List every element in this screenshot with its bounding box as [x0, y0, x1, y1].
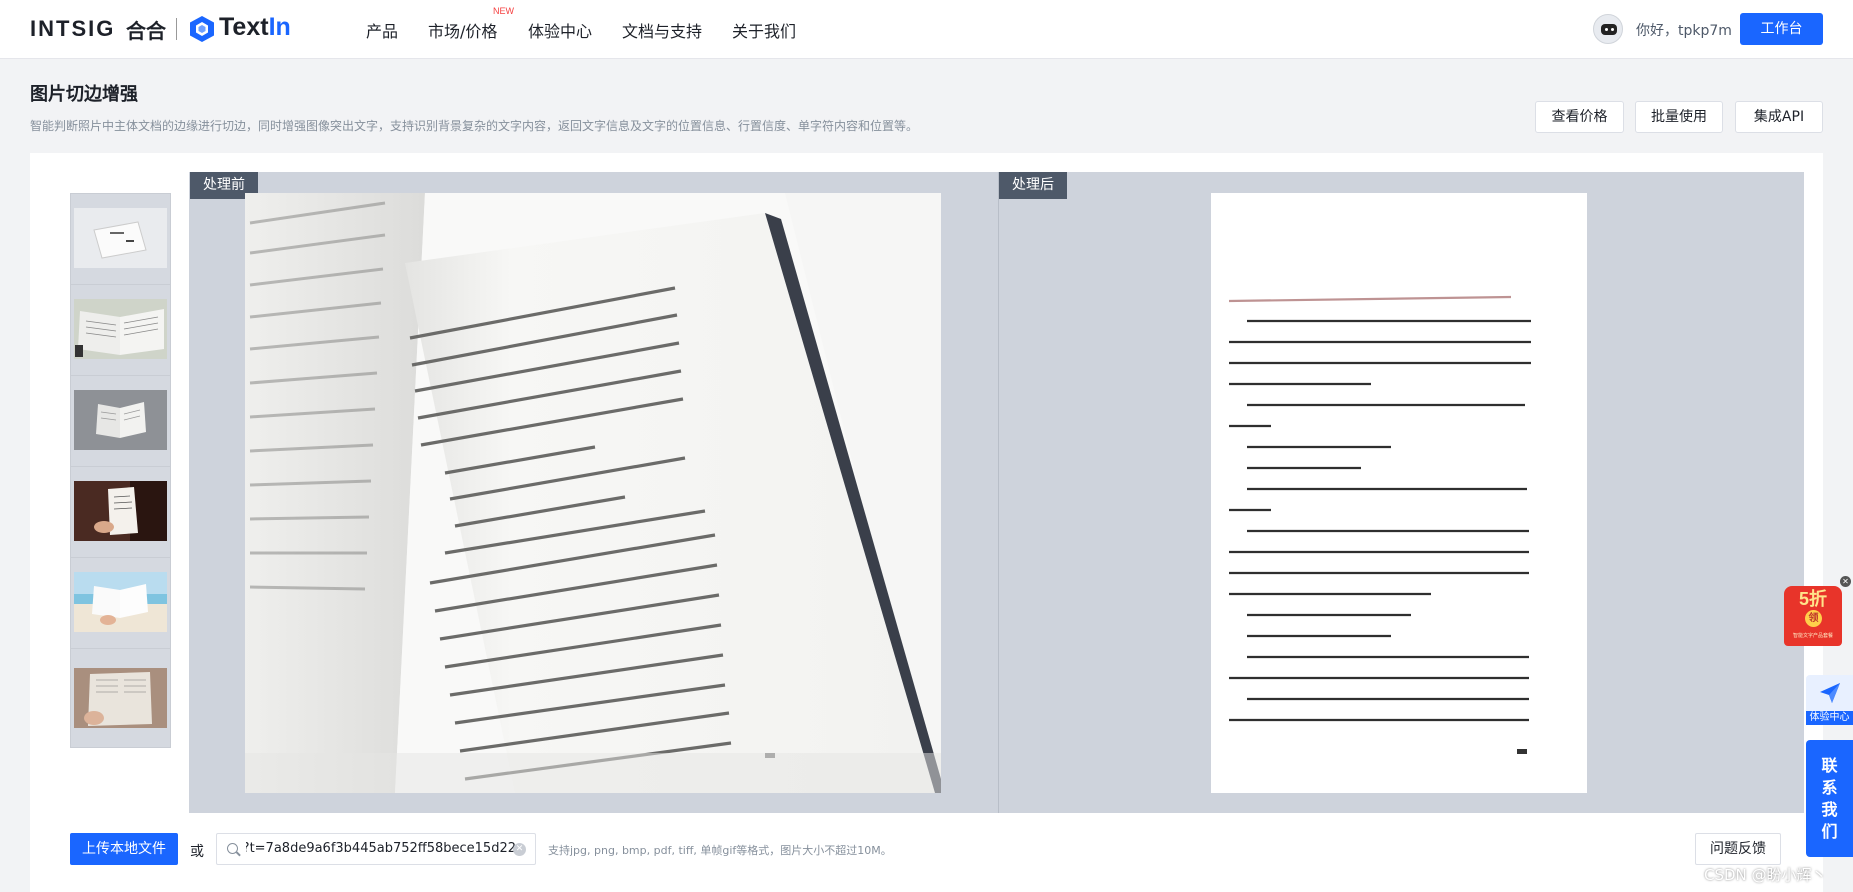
format-hint: 支持jpg, png, bmp, pdf, tiff, 单帧gif等格式，图片大… [548, 844, 892, 857]
page-description: 智能判断照片中主体文档的边缘进行切边，同时增强图像突出文字，支持识别背景复杂的文… [30, 119, 919, 133]
original-photo[interactable] [245, 193, 941, 793]
search-icon [227, 843, 238, 854]
textin-logo[interactable]: TextIn [219, 13, 291, 42]
textin-logo-in: In [268, 13, 291, 41]
after-image-area: 处理后 [998, 172, 1804, 813]
page-title: 图片切边增强 [30, 84, 138, 105]
promo-coin-icon: 领 [1805, 610, 1822, 627]
thumbnail-item[interactable] [70, 193, 171, 293]
thumbnail-item[interactable] [70, 375, 171, 475]
experience-center-label: 体验中心 [1806, 711, 1853, 725]
thumbnail-item[interactable] [70, 466, 171, 566]
clear-icon[interactable]: ✕ [513, 843, 526, 856]
nav-products[interactable]: 产品 [366, 18, 398, 42]
promo-close-icon[interactable]: ✕ [1840, 576, 1851, 587]
nav-docs-support[interactable]: 文档与支持 [622, 18, 702, 42]
thumbnail-item[interactable] [70, 284, 171, 384]
paper-plane-icon [1820, 683, 1840, 703]
thumbnail-image-hand-book [74, 668, 167, 728]
thumbnail-image-business-card [74, 208, 167, 268]
textin-logo-text: Text [219, 13, 269, 41]
thumbnail-list[interactable] [50, 172, 189, 813]
logo-divider [176, 18, 177, 40]
user-avatar[interactable] [1593, 14, 1623, 44]
batch-use-button[interactable]: 批量使用 [1635, 101, 1723, 133]
hehe-logo[interactable]: 合合 [126, 15, 166, 44]
view-price-button[interactable]: 查看价格 [1535, 101, 1624, 133]
experience-center-float[interactable]: 体验中心 [1806, 675, 1853, 725]
nav-market-pricing[interactable]: 市场/价格 [428, 18, 497, 42]
promo-discount-text: 5折 [1798, 589, 1827, 609]
contact-us-float[interactable]: 联系我们 [1806, 740, 1853, 857]
before-image-area: 处理前 [190, 172, 997, 813]
thumbnail-item[interactable] [70, 648, 171, 748]
upload-local-file-button[interactable]: 上传本地文件 [70, 833, 178, 865]
image-url-input[interactable]: https://web-api.textin.com/ocr_image/ext… [216, 833, 536, 865]
enhanced-document-image [1211, 193, 1587, 793]
discount-promo-badge[interactable]: 5折 领 智能文字产品套餐 [1784, 586, 1842, 646]
image-url-value[interactable]: https://web-api.textin.com/ocr_image/ext… [246, 841, 516, 856]
thumbnail-image-open-book [74, 299, 167, 359]
nav-experience-center[interactable]: 体验中心 [528, 18, 592, 42]
integrate-api-button[interactable]: 集成API [1735, 101, 1823, 133]
workbench-button[interactable]: 工作台 [1740, 13, 1823, 45]
avatar-eye-left [1605, 28, 1608, 31]
avatar-eye-right [1611, 28, 1614, 31]
avatar-robot-face [1601, 24, 1617, 35]
textin-cube-icon [190, 16, 214, 42]
thumbnail-item[interactable] [70, 557, 171, 657]
intsig-logo[interactable]: INTSIG [30, 16, 115, 42]
thumbnail-image-beach-book [74, 572, 167, 632]
contact-us-label: 联系我们 [1821, 756, 1838, 841]
csdn-watermark: CSDN @盼小辉丶 [1704, 866, 1827, 884]
after-label: 处理后 [999, 172, 1067, 199]
original-book-photo-image [245, 193, 941, 793]
thumbnail-image-hand-card [74, 481, 167, 541]
feedback-button[interactable]: 问题反馈 [1695, 833, 1781, 865]
top-navbar: INTSIG 合合 TextIn 产品 市场/价格 NEW 体验中心 文档与支持… [0, 0, 1853, 59]
new-badge: NEW [493, 6, 514, 16]
or-label: 或 [190, 844, 204, 860]
thumbnail-image-book-grey [74, 390, 167, 450]
nav-about-us[interactable]: 关于我们 [732, 18, 796, 42]
enhanced-scan[interactable] [1211, 193, 1587, 793]
user-greeting[interactable]: 你好，tpkp7m [1636, 20, 1732, 40]
promo-subtext: 智能文字产品套餐 [1792, 633, 1833, 639]
